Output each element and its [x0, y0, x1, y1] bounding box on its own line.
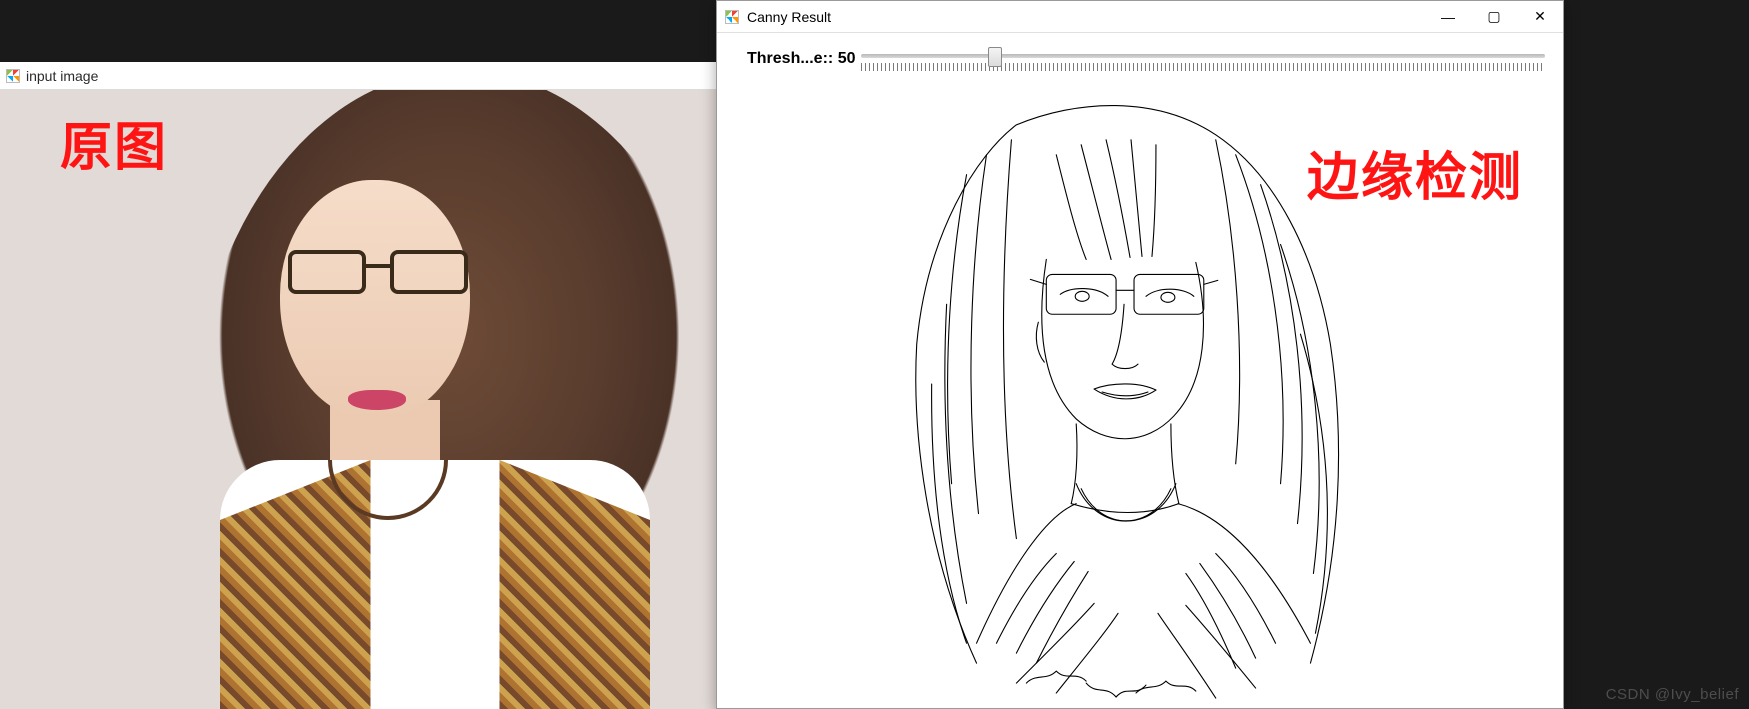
- canny-output-image: 边缘检测: [717, 85, 1563, 708]
- slider-track: [861, 54, 1545, 58]
- opencv-icon: [6, 69, 20, 83]
- input-image-title: input image: [26, 68, 98, 84]
- close-button[interactable]: ✕: [1517, 1, 1563, 32]
- portrait-image: [160, 90, 716, 709]
- edge-detection-label: 边缘检测: [1307, 135, 1523, 210]
- slider-ticks: [861, 63, 1545, 71]
- input-image-titlebar[interactable]: input image: [0, 62, 716, 90]
- canny-window-title: Canny Result: [747, 9, 831, 25]
- input-image-window: input image 原图: [0, 62, 716, 709]
- minimize-icon: —: [1441, 9, 1455, 25]
- watermark: CSDN @Ivy_belief: [1606, 686, 1739, 703]
- input-image-content: 原图: [0, 90, 716, 709]
- maximize-button[interactable]: ▢: [1471, 1, 1517, 32]
- original-image-label: 原图: [60, 105, 168, 180]
- opencv-icon: [725, 10, 739, 24]
- threshold-label: Thresh...e:: 50: [747, 50, 855, 68]
- canny-result-window: Canny Result — ▢ ✕ Thresh...e:: 50: [716, 0, 1564, 709]
- threshold-trackbar-row: Thresh...e:: 50: [717, 33, 1563, 85]
- maximize-icon: ▢: [1487, 8, 1500, 25]
- minimize-button[interactable]: —: [1425, 1, 1471, 32]
- slider-thumb[interactable]: [988, 47, 1002, 67]
- window-controls: — ▢ ✕: [1425, 1, 1563, 32]
- close-icon: ✕: [1534, 8, 1546, 25]
- canny-titlebar[interactable]: Canny Result — ▢ ✕: [717, 1, 1563, 33]
- threshold-slider[interactable]: [861, 45, 1545, 73]
